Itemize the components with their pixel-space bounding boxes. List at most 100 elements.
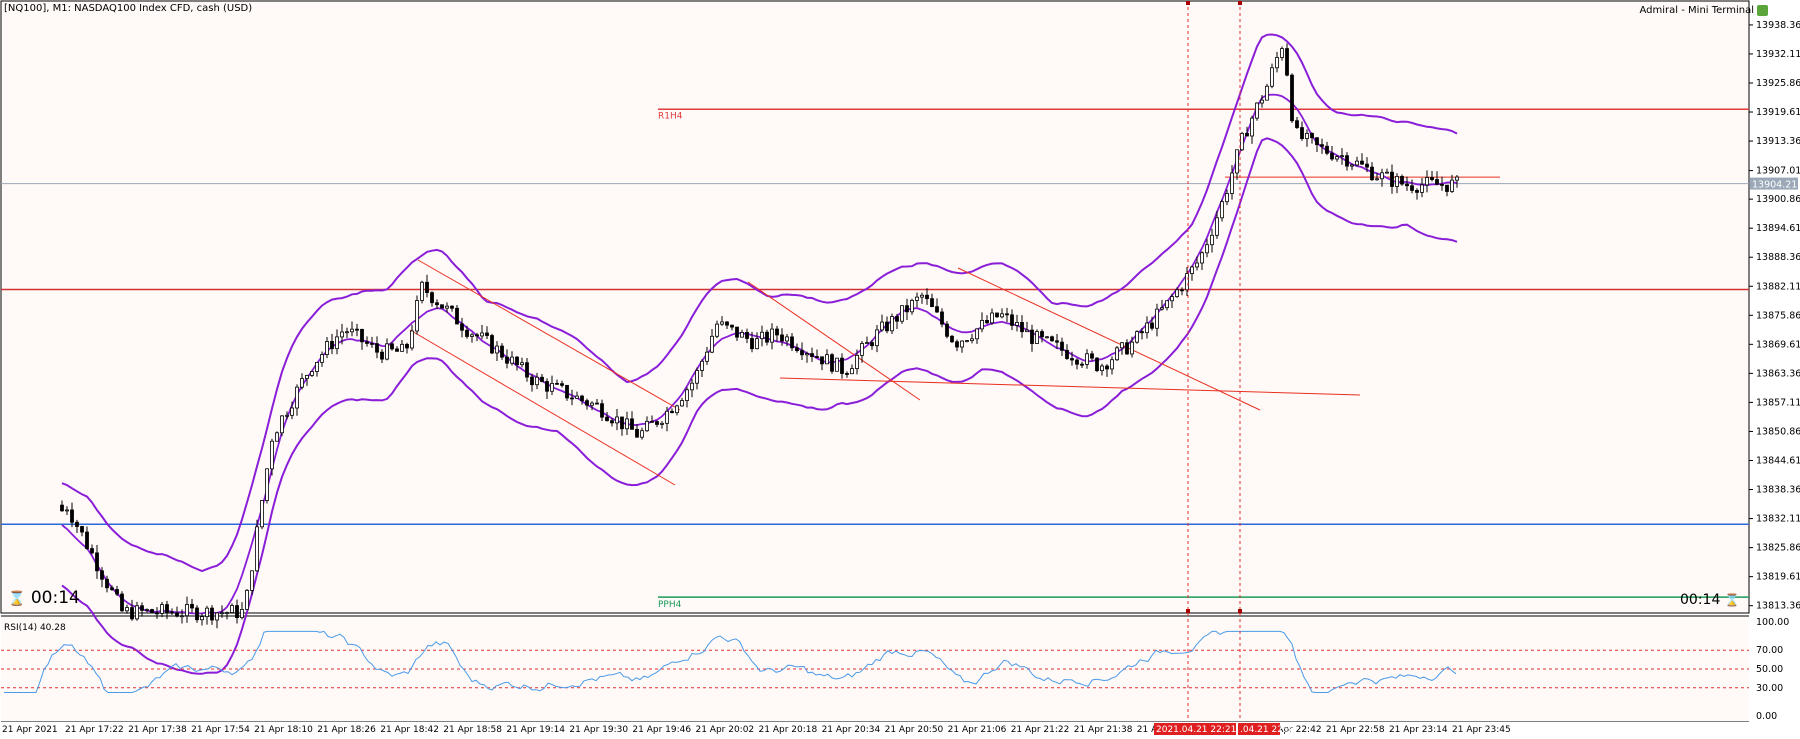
candle-body — [585, 400, 589, 406]
candle-body — [380, 351, 384, 360]
candle-body — [285, 414, 289, 417]
candle-body — [1185, 273, 1189, 291]
candle-body — [470, 334, 474, 337]
candle-body — [1220, 201, 1224, 219]
vertical-label: .04.21 22:35 — [1240, 725, 1297, 735]
candle-body — [405, 343, 409, 349]
candle-body — [1270, 67, 1274, 87]
y-tick-label: 13825.86 — [1756, 543, 1800, 554]
candle-body — [1245, 132, 1249, 137]
candle-body — [450, 305, 454, 309]
candle-body — [235, 605, 239, 619]
candle-body — [1190, 266, 1194, 275]
candle-body — [350, 328, 354, 333]
y-tick-label: 13832.11 — [1756, 514, 1800, 525]
candle-body — [1230, 172, 1234, 194]
candle-body — [695, 370, 699, 384]
candle-body — [95, 552, 99, 572]
candle-body — [1250, 117, 1254, 137]
rsi-tick-label: 100.00 — [1756, 617, 1789, 628]
candle-body — [990, 312, 994, 324]
candle-body — [820, 356, 824, 365]
candle-body — [640, 430, 644, 438]
candle-body — [1295, 120, 1299, 128]
candle-body — [400, 343, 404, 352]
candle-body — [280, 415, 284, 434]
candle-body — [740, 331, 744, 338]
candle-body — [175, 612, 179, 617]
candle-body — [520, 362, 524, 366]
candle-body — [940, 311, 944, 325]
x-tick-label: 21 Apr 18:26 — [317, 725, 376, 735]
candle-body — [300, 378, 304, 388]
candle-body — [675, 405, 679, 414]
candle-body — [830, 354, 834, 372]
candle-body — [920, 294, 924, 298]
r1h4-label: R1H4 — [658, 111, 683, 121]
terminal-icon[interactable] — [1757, 5, 1768, 16]
candle-body — [1015, 321, 1019, 326]
candle-body — [565, 384, 569, 399]
candle-body — [375, 343, 379, 353]
candle-body — [1070, 358, 1074, 361]
candle-body — [480, 332, 484, 337]
candle-body — [1335, 156, 1339, 160]
chart-canvas: 13938.36 13932.11 13925.86 13919.61 13913.36… — [0, 0, 1800, 739]
candle-body — [620, 416, 624, 430]
candle-body — [615, 416, 619, 424]
candle-body — [965, 340, 969, 342]
rsi-tick-label: 30.00 — [1756, 683, 1783, 694]
candle-body — [1025, 329, 1029, 333]
candle-body — [445, 305, 449, 309]
candle-body — [560, 383, 564, 386]
candle-body — [1240, 132, 1244, 151]
candle-body — [510, 356, 514, 364]
candle-body — [580, 395, 584, 402]
candle-body — [1135, 331, 1139, 343]
candle-body — [720, 321, 724, 325]
candle-body — [505, 356, 509, 364]
candle-body — [345, 331, 349, 334]
candle-body — [270, 440, 274, 470]
candle-body — [1390, 171, 1394, 187]
y-tick-label: 13938.36 — [1756, 20, 1800, 31]
rsi-tick-label: 0.00 — [1756, 711, 1777, 722]
candle-body — [525, 362, 529, 378]
candle-body — [435, 302, 439, 306]
x-tick-label: 21 Apr 22:58 — [1326, 725, 1385, 735]
candle-body — [1155, 308, 1159, 329]
candle-body — [1450, 179, 1454, 192]
candle-body — [540, 376, 544, 382]
candle-body — [105, 578, 109, 589]
candle-body — [1420, 184, 1424, 193]
candle-body — [150, 609, 154, 614]
candle-body — [1380, 172, 1384, 180]
candle-body — [1195, 262, 1199, 268]
candle-body — [1050, 336, 1054, 342]
x-tick-label: 21 Apr 21:22 — [1011, 725, 1070, 735]
candle-body — [860, 343, 864, 356]
candle-body — [390, 343, 394, 350]
y-tick-label: 13882.11 — [1756, 281, 1800, 292]
candle-body — [795, 347, 799, 352]
candle-body — [880, 321, 884, 331]
candle-body — [875, 329, 879, 347]
candle-body — [605, 416, 609, 422]
terminal-label: Admiral - Mini Terminal — [1639, 5, 1754, 16]
candle-body — [455, 307, 459, 325]
candle-body — [1370, 166, 1374, 181]
candle-body — [145, 609, 149, 611]
candle-body — [365, 341, 369, 344]
candle-body — [1120, 342, 1124, 349]
candle-body — [100, 570, 104, 580]
candle-body — [530, 376, 534, 386]
candle-body — [295, 386, 299, 409]
y-tick-label: 13900.86 — [1756, 194, 1800, 205]
candle-body — [1415, 190, 1419, 193]
candle-body — [770, 328, 774, 343]
candle-body — [630, 418, 634, 430]
candle-body — [1125, 342, 1129, 355]
x-tick-label: 21 Apr 23:14 — [1389, 725, 1448, 735]
rsi-label: RSI(14) 40.28 — [4, 623, 66, 633]
candle-body — [490, 335, 494, 354]
